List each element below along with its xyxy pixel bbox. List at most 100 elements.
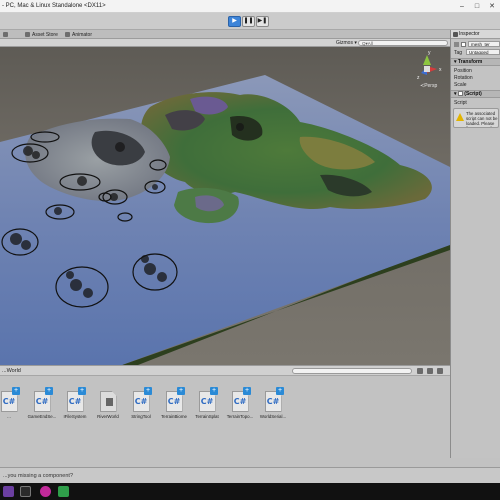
app-icon-green[interactable] bbox=[58, 486, 69, 497]
scene-toolbar: Gizmos ▾ Q▾All bbox=[0, 39, 450, 47]
window-title: - PC, Mac & Linux Standalone <DX11> bbox=[2, 3, 106, 9]
filter-label-icon[interactable] bbox=[427, 368, 433, 374]
asset-item[interactable]: RiverWorld bbox=[93, 391, 123, 425]
maximize-button[interactable]: □ bbox=[471, 2, 483, 11]
transform-header[interactable]: ▾ Transform bbox=[451, 58, 500, 66]
script-header-label: (Script) bbox=[464, 91, 482, 97]
asset-name: IFileSystem bbox=[63, 414, 87, 419]
add-badge-icon: + bbox=[78, 387, 86, 395]
visual-studio-icon[interactable] bbox=[3, 486, 14, 497]
tab-scene[interactable] bbox=[0, 31, 13, 39]
browser-icon[interactable] bbox=[40, 486, 51, 497]
add-badge-icon: + bbox=[210, 387, 218, 395]
editor-tab-bar: Asset Store Animator bbox=[0, 30, 450, 39]
csharp-glyph: C# bbox=[68, 397, 82, 406]
unity-icon[interactable] bbox=[20, 486, 31, 497]
asset-item[interactable]: C# + GameEndSe... bbox=[27, 387, 57, 425]
asset-item[interactable]: C# + WorldSerial... bbox=[258, 387, 288, 425]
project-breadcrumb: ...World bbox=[0, 366, 450, 376]
position-label: Position bbox=[454, 68, 472, 74]
tab-inspector[interactable]: Inspector bbox=[451, 30, 500, 39]
gizmos-dropdown[interactable]: Gizmos ▾ bbox=[336, 39, 357, 47]
step-button[interactable]: ▶❚ bbox=[256, 16, 269, 27]
asset-name: GameEndSe... bbox=[27, 414, 57, 419]
asset-item[interactable]: C# + StringTool bbox=[126, 387, 156, 425]
axis-y-label: y bbox=[428, 50, 431, 56]
play-icon: ▶ bbox=[232, 18, 237, 24]
console-message[interactable]: ...you missing a component? bbox=[3, 473, 73, 479]
asset-item[interactable]: C# + TerrainTopo... bbox=[225, 387, 255, 425]
scene-search-input[interactable]: Q▾All bbox=[358, 40, 448, 46]
add-badge-icon: + bbox=[12, 387, 20, 395]
os-taskbar bbox=[0, 483, 500, 500]
prefab-cube-glyph bbox=[105, 398, 113, 406]
asset-item[interactable]: C# + IFileSystem bbox=[60, 387, 90, 425]
inspector-icon bbox=[453, 32, 458, 37]
minimize-button[interactable]: – bbox=[456, 2, 468, 11]
asset-name: RiverWorld bbox=[97, 414, 119, 419]
close-button[interactable]: ✕ bbox=[486, 2, 498, 11]
asset-name: ... bbox=[7, 414, 11, 419]
play-button[interactable]: ▶ bbox=[228, 16, 241, 27]
step-icon: ▶❚ bbox=[257, 18, 268, 24]
tab-asset-store-label: Asset Store bbox=[32, 32, 58, 38]
tab-animator[interactable]: Animator bbox=[62, 31, 95, 39]
tag-label: Tag bbox=[454, 50, 463, 56]
tag-dropdown[interactable]: Untagged bbox=[466, 49, 500, 55]
animator-icon bbox=[65, 32, 70, 37]
active-checkbox[interactable] bbox=[461, 42, 466, 47]
asset-name: StringTool bbox=[131, 414, 151, 419]
csharp-glyph: C# bbox=[233, 397, 247, 406]
scene-icon bbox=[3, 32, 8, 37]
tab-asset-store[interactable]: Asset Store bbox=[22, 31, 61, 39]
title-bar: - PC, Mac & Linux Standalone <DX11> – □ … bbox=[0, 0, 500, 13]
asset-item[interactable]: C# + TerrainBiome bbox=[159, 387, 189, 425]
axis-z-label: z bbox=[417, 75, 420, 81]
prefab-icon bbox=[99, 391, 117, 412]
add-badge-icon: + bbox=[45, 387, 53, 395]
scene-view[interactable]: y x z ≺Persp bbox=[0, 47, 450, 365]
asset-item[interactable]: C# +... bbox=[0, 387, 24, 425]
csharp-glyph: C# bbox=[200, 397, 214, 406]
project-search-input[interactable] bbox=[292, 368, 412, 374]
scale-label: Scale bbox=[454, 82, 467, 88]
filter-type-icon[interactable] bbox=[417, 368, 423, 374]
tab-animator-label: Animator bbox=[72, 32, 93, 38]
warning-message: The associated script can not be loaded.… bbox=[466, 111, 498, 127]
pause-icon: ❚❚ bbox=[243, 18, 254, 24]
breadcrumb-folder[interactable]: ...World bbox=[2, 368, 21, 374]
main-toolbar: ▶ ❚❚ ▶❚ bbox=[0, 13, 500, 30]
asset-name: TerrainTopo... bbox=[226, 414, 254, 419]
inspector-panel: Inspector mesh_ter Tag Untagged ▾ Transf… bbox=[450, 30, 500, 458]
asset-name: WorldSerial... bbox=[259, 414, 287, 419]
favorite-star-icon[interactable] bbox=[437, 368, 443, 374]
csharp-glyph: C# bbox=[35, 397, 49, 406]
terrain-viewport bbox=[0, 75, 450, 365]
inspector-tab-label: Inspector bbox=[459, 31, 480, 37]
pause-button[interactable]: ❚❚ bbox=[242, 16, 255, 27]
warning-icon bbox=[456, 113, 464, 121]
asset-name: TerrainSplat bbox=[195, 414, 219, 419]
csharp-glyph: C# bbox=[266, 397, 280, 406]
add-badge-icon: + bbox=[276, 387, 284, 395]
csharp-glyph: C# bbox=[167, 397, 181, 406]
add-badge-icon: + bbox=[177, 387, 185, 395]
object-name-field[interactable]: mesh_ter bbox=[468, 41, 500, 47]
script-enabled-checkbox[interactable] bbox=[457, 91, 463, 96]
script-component-header[interactable]: ▾ (Script) bbox=[451, 90, 500, 98]
csharp-glyph: C# bbox=[2, 397, 16, 406]
missing-script-warning: The associated script can not be loaded.… bbox=[453, 108, 499, 128]
asset-name: TerrainBiome bbox=[161, 414, 187, 419]
perspective-toggle[interactable]: ≺Persp bbox=[420, 83, 437, 89]
project-panel: ...World C# +... C# + GameEndSe... C# + IFileSy… bbox=[0, 365, 450, 470]
status-bar: ...you missing a component? bbox=[0, 467, 500, 483]
axis-x-label: x bbox=[439, 67, 442, 73]
asset-item[interactable]: C# + TerrainSplat bbox=[192, 387, 222, 425]
rotation-label: Rotation bbox=[454, 75, 473, 81]
csharp-glyph: C# bbox=[134, 397, 148, 406]
unity-editor-window: - PC, Mac & Linux Standalone <DX11> – □ … bbox=[0, 0, 500, 500]
store-icon bbox=[25, 32, 30, 37]
script-field-label: Script bbox=[454, 100, 467, 106]
transform-header-label: Transform bbox=[457, 59, 483, 65]
add-badge-icon: + bbox=[144, 387, 152, 395]
